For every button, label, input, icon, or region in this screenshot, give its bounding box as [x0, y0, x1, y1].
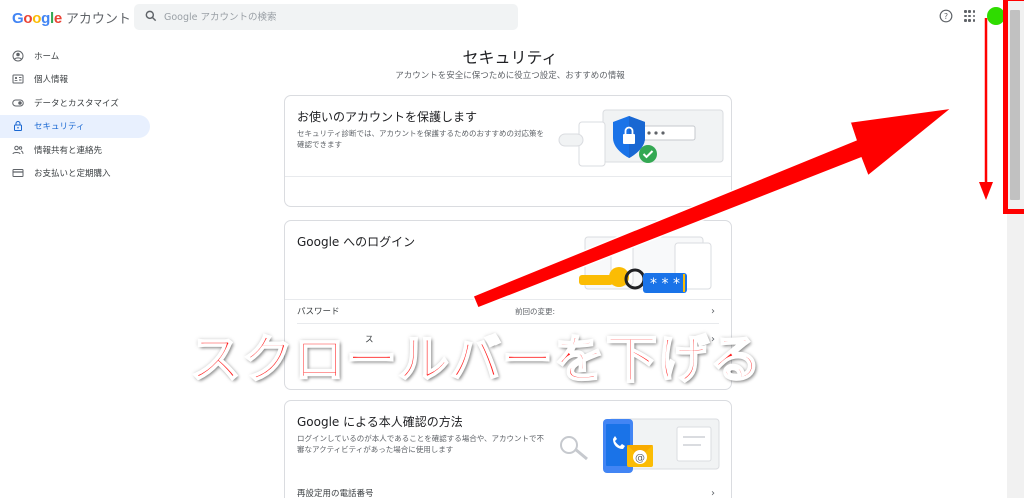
page-subtitle: アカウントを安全に保つために役立つ設定、おすすめの情報	[395, 71, 625, 81]
card-title: お使いのアカウントを保護します	[297, 110, 478, 124]
google-logo-text: Google	[12, 10, 62, 27]
sidebar-item-label: セキュリティ	[34, 122, 85, 133]
phone-illustration: @	[560, 418, 720, 473]
sidebar-item-home[interactable]: ホーム	[0, 44, 150, 68]
page-title: セキュリティ	[462, 48, 558, 67]
account-logo-text: アカウント	[65, 12, 131, 27]
shield-illustration	[558, 109, 724, 167]
scrollbar-highlight-box	[1003, 0, 1024, 214]
google-account-security-page: Google アカウント ? ホーム 個人情報 データとカスタマイズ セキュリテ…	[0, 0, 1024, 498]
card-description: ログインしているのが本人であることを確認する場合や、アカウントで不審なアクティビ…	[297, 434, 544, 454]
credit-card-icon	[12, 169, 24, 178]
id-card-icon	[12, 74, 24, 84]
recovery-phone-row[interactable]: 再設定用の電話番号 ›	[297, 483, 719, 498]
sidebar-item-label: データとカスタマイズ	[34, 98, 119, 109]
row-value: 前回の変更:	[515, 306, 556, 316]
search-input[interactable]	[164, 8, 504, 26]
svg-text:?: ?	[944, 12, 948, 21]
card-title: Google へのログイン	[297, 235, 416, 249]
google-account-logo[interactable]: Google アカウント	[12, 8, 131, 27]
sidebar-item-label: 個人情報	[34, 75, 69, 86]
help-icon[interactable]: ?	[939, 9, 953, 23]
sidebar-item-label: お支払いと定期購入	[34, 169, 111, 180]
sidebar-item-label: ホーム	[34, 51, 60, 62]
annotation-caption: スクロールバーを下げる	[189, 330, 763, 391]
people-icon	[12, 145, 24, 154]
sidebar-item-security[interactable]: セキュリティ	[0, 114, 150, 138]
lock-icon	[14, 121, 22, 132]
chevron-right-icon: ›	[711, 487, 715, 498]
apps-grid-icon[interactable]	[964, 10, 976, 22]
row-label: パスワード	[297, 307, 340, 317]
card-divider	[285, 176, 731, 177]
security-checkup-card[interactable]: お使いのアカウントを保護します セキュリティ診断では、アカウントを保護するための…	[284, 95, 732, 207]
sidebar-nav: ホーム 個人情報 データとカスタマイズ セキュリティ 情報共有と連絡先 お支払い…	[0, 44, 150, 185]
card-divider	[285, 299, 731, 300]
sidebar-item-label: 情報共有と連絡先	[34, 145, 103, 156]
top-bar: Google アカウント ?	[0, 0, 1024, 34]
search-icon	[145, 10, 157, 22]
svg-text:@: @	[635, 453, 645, 464]
search-box[interactable]	[134, 4, 518, 30]
chevron-right-icon: ›	[711, 305, 715, 317]
card-title: Google による本人確認の方法	[297, 415, 463, 429]
card-description: セキュリティ診断では、アカウントを保護するためのおすすめの対応策を確認できます	[297, 129, 545, 149]
sidebar-item-payments[interactable]: お支払いと定期購入	[0, 162, 150, 186]
sidebar-item-personal-info[interactable]: 個人情報	[0, 68, 150, 92]
keys-illustration: * * *	[579, 236, 712, 293]
home-icon	[12, 50, 24, 62]
sidebar-item-people-sharing[interactable]: 情報共有と連絡先	[0, 138, 150, 162]
row-label: 再設定用の電話番号	[297, 489, 374, 498]
identity-verification-card: Google による本人確認の方法 ログインしているのが本人であることを確認する…	[284, 400, 732, 498]
sidebar-item-data-customization[interactable]: データとカスタマイズ	[0, 91, 150, 115]
toggle-icon	[12, 99, 24, 107]
svg-text:* * *: * * *	[650, 276, 680, 292]
